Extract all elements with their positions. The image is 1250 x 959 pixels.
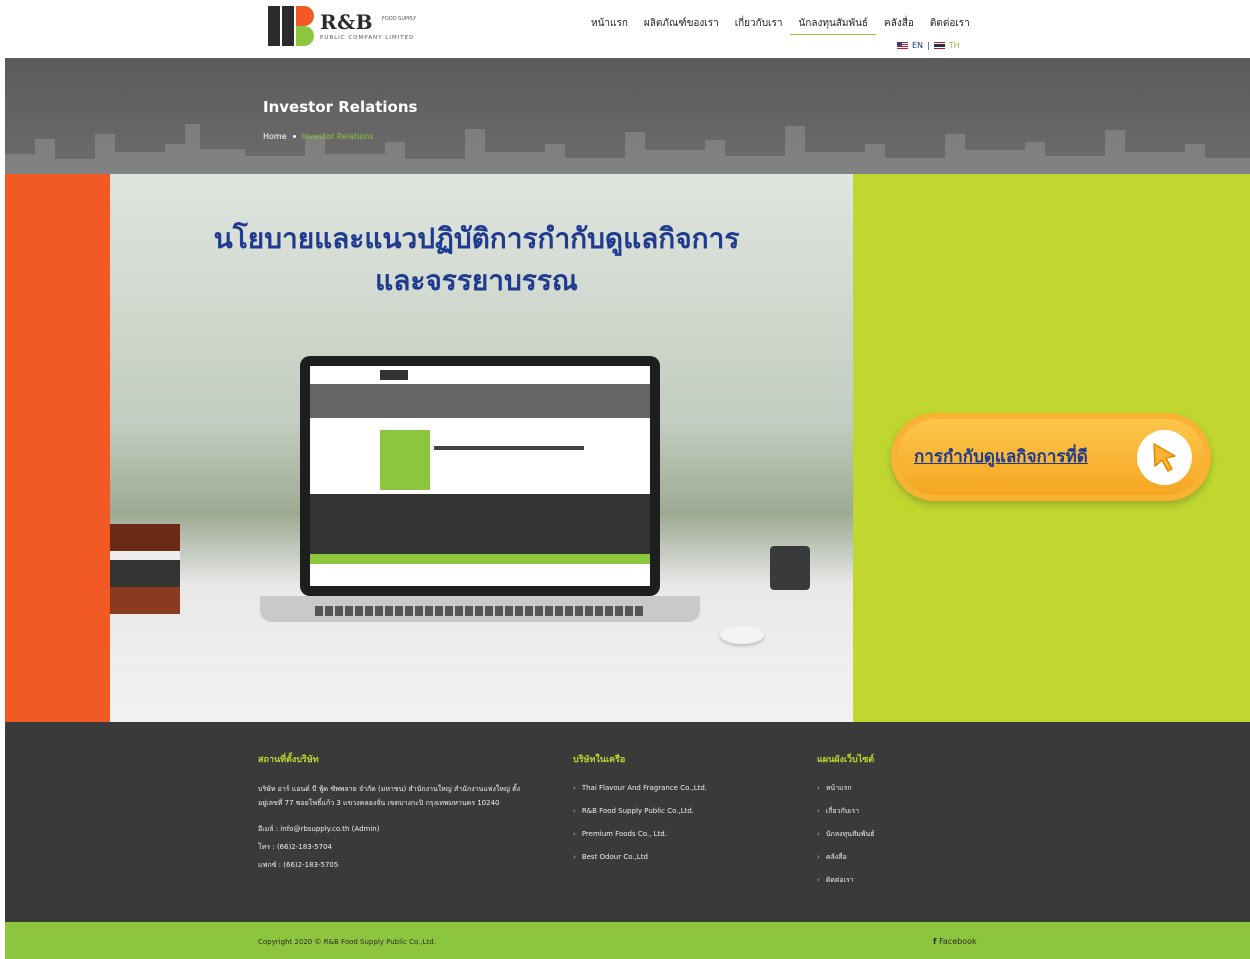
subsidiary-link[interactable]: › R&B Food Supply Public Co.,Ltd. (573, 805, 773, 817)
nav-item-contact[interactable]: ติดต่อเรา (922, 16, 978, 35)
sitemap-link[interactable]: › คลังสื่อ (817, 851, 967, 863)
subsidiary-link[interactable]: › Premium Foods Co., Ltd. (573, 828, 773, 840)
breadcrumb: Home Investor Relations (263, 132, 373, 141)
footer-email[interactable]: อีเมล์ : info@rbsupply.co.th (Admin) (258, 822, 528, 836)
chevron-right-icon: › (817, 876, 820, 884)
logo-small-text: FOOD SUPPLY (382, 16, 417, 22)
footer-sitemap-column: แผนผังเว็บไซต์ › หน้าแรก › เกี่ยวกับเรา › น… (817, 752, 967, 897)
sitemap-link[interactable]: › นักลงทุนสัมพันธ์ (817, 828, 967, 840)
footer-sitemap-title: แผนผังเว็บไซต์ (817, 755, 875, 765)
books-image (110, 524, 180, 614)
copyright-text: Copyright 2020 © R&B Food Supply Public … (258, 938, 436, 946)
chevron-right-icon: › (573, 784, 576, 792)
chevron-right-icon: › (573, 830, 576, 838)
plant-pot-icon (770, 546, 810, 590)
pointer-cursor-icon (1137, 430, 1192, 485)
site-header: R&B FOOD SUPPLY PUBLIC COMPANY LIMITED ห… (0, 0, 1250, 58)
laptop-icon (300, 356, 660, 596)
hero-heading: นโยบายและแนวปฏิบัติการกำกับดูแลกิจการ แล… (105, 218, 848, 302)
company-logo[interactable]: R&B FOOD SUPPLY PUBLIC COMPANY LIMITED (268, 6, 438, 46)
nav-item-about[interactable]: เกี่ยวกับเรา (727, 16, 791, 35)
us-flag-icon (897, 42, 908, 49)
sitemap-link[interactable]: › เกี่ยวกับเรา (817, 805, 967, 817)
nav-item-media[interactable]: คลังสื่อ (876, 16, 922, 35)
hero-heading-line1: นโยบายและแนวปฏิบัติการกำกับดูแลกิจการ (213, 222, 740, 255)
copyright-bar: Copyright 2020 © R&B Food Supply Public … (5, 922, 1250, 959)
mouse-icon (720, 626, 764, 644)
breadcrumb-home-link[interactable]: Home (263, 132, 287, 141)
subsidiary-link[interactable]: › Thai Flavour And Fragrance Co.,Ltd. (573, 782, 773, 794)
chevron-right-icon: › (817, 853, 820, 861)
nav-item-products[interactable]: ผลิตภัณฑ์ของเรา (636, 16, 727, 35)
lang-en-link[interactable]: EN (912, 41, 923, 50)
footer-address-title: สถานที่ตั้งบริษัท (258, 755, 319, 765)
footer-subsidiaries-title: บริษัทในเครือ (573, 755, 626, 765)
footer-address-column: สถานที่ตั้งบริษัท บริษัท อาร์ แอนด์ บี ฟ… (258, 752, 528, 872)
sitemap-link[interactable]: › ติดต่อเรา (817, 874, 967, 886)
lang-th-link[interactable]: TH (949, 41, 960, 50)
logo-text: R&B (320, 10, 374, 34)
hero-heading-line2: และจรรยาบรรณ (375, 264, 578, 297)
corporate-governance-button[interactable]: การกำกับดูแลกิจการที่ดี (891, 413, 1211, 501)
logo-subtitle: PUBLIC COMPANY LIMITED (320, 35, 415, 41)
thai-flag-icon (933, 42, 945, 49)
lang-separator: | (927, 41, 930, 50)
language-switcher: EN | TH (897, 41, 960, 50)
facebook-icon: f (933, 937, 937, 946)
footer-subsidiaries-column: บริษัทในเครือ › Thai Flavour And Fragranc… (573, 752, 773, 874)
nav-item-home[interactable]: หน้าแรก (583, 16, 636, 35)
logo-mark-icon (268, 6, 316, 46)
page-title: Investor Relations (263, 98, 418, 116)
chevron-right-icon: › (817, 830, 820, 838)
breadcrumb-separator-icon (292, 135, 296, 138)
footer-fax: แฟกซ์ : (66)2-183-5705 (258, 861, 339, 869)
chevron-right-icon: › (573, 853, 576, 861)
hero-orange-panel (5, 174, 110, 722)
page-banner: Investor Relations Home Investor Relatio… (5, 58, 1250, 174)
chevron-right-icon: › (573, 807, 576, 815)
cta-label[interactable]: การกำกับดูแลกิจการที่ดี (914, 443, 1088, 470)
site-footer: สถานที่ตั้งบริษัท บริษัท อาร์ แอนด์ บี ฟ… (5, 722, 1250, 922)
breadcrumb-current: Investor Relations (301, 132, 374, 141)
keyboard-icon (315, 606, 645, 616)
chevron-right-icon: › (817, 807, 820, 815)
main-nav: หน้าแรก ผลิตภัณฑ์ของเรา เกี่ยวกับเรา นัก… (583, 16, 978, 35)
subsidiary-link[interactable]: › Best Odour Co.,Ltd (573, 851, 773, 863)
city-skyline-icon (5, 124, 1250, 174)
sitemap-link[interactable]: › หน้าแรก (817, 782, 967, 794)
facebook-link[interactable]: f Facebook (933, 937, 977, 946)
footer-address-text: บริษัท อาร์ แอนด์ บี ฟู้ด ซัพพลาย จำกัด … (258, 785, 521, 807)
chevron-right-icon: › (817, 784, 820, 792)
footer-phone: โทร : (66)2-183-5704 (258, 843, 332, 851)
nav-item-investor-relations[interactable]: นักลงทุนสัมพันธ์ (790, 16, 877, 35)
